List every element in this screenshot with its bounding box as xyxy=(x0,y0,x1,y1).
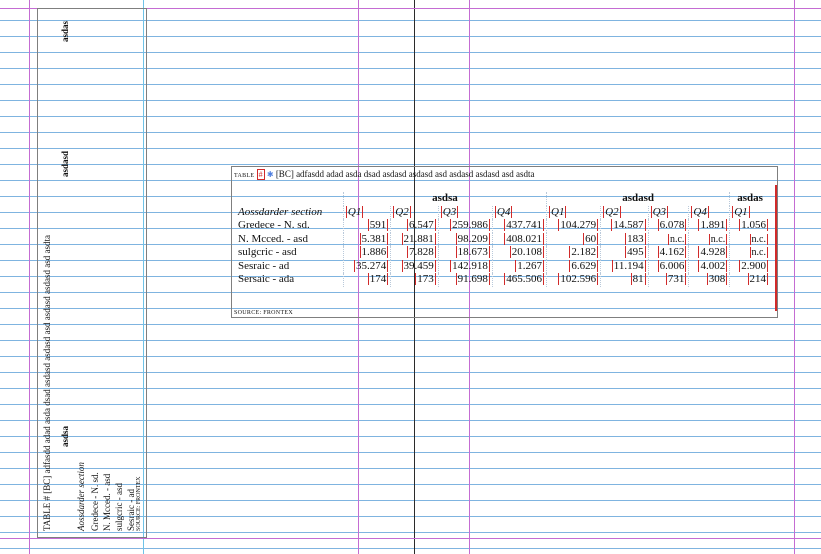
row-label: sulgcric - asd xyxy=(238,246,297,258)
rotated-group-2: asdasd xyxy=(60,150,70,177)
quarter-cell: Q3 xyxy=(647,205,689,219)
quarter-cell: Q1 xyxy=(729,205,770,219)
group-header-1: asdsa xyxy=(342,192,547,206)
value-cell: n.c. xyxy=(729,246,770,260)
value-cell: 6.547 xyxy=(390,219,439,233)
quarter-cell: Q4 xyxy=(688,205,730,219)
value-cell: 4.162 xyxy=(647,246,689,260)
rotated-table-content: TABLE # [BC] adfasdd adad asda dsad asda… xyxy=(38,9,146,537)
value-cell: 1.886 xyxy=(342,246,391,260)
row-label: Sesraic - ad xyxy=(238,259,290,272)
quarter-row: Aossdarder section Q1 Q2 Q3 Q4 Q1 Q2 Q3 … xyxy=(236,205,770,219)
value-cell: 408.021 xyxy=(491,232,547,246)
value-cell: 18.673 xyxy=(437,246,493,260)
value-cell: 437.741 xyxy=(491,219,547,233)
table-label: TABLE xyxy=(234,173,255,179)
row-label: Sersaic - ada xyxy=(238,273,295,285)
quarter-cell: Q1 xyxy=(342,205,391,219)
value-cell: 308 xyxy=(688,273,730,287)
rotated-row-1: Gredece - N. sd. xyxy=(90,472,100,531)
value-cell: n.c. xyxy=(729,232,770,246)
value-cell: 14.587 xyxy=(600,219,649,233)
value-cell: 20.108 xyxy=(491,246,547,260)
anchor-marker-icon: ✱ xyxy=(266,170,274,179)
value-cell: 6.629 xyxy=(546,259,601,273)
table-source: SOURCE: FRONTEX xyxy=(234,310,294,316)
value-cell: 104.279 xyxy=(546,219,601,233)
margin-guide-left xyxy=(29,0,30,554)
quarter-cell: Q3 xyxy=(437,205,493,219)
value-cell: 91.698 xyxy=(437,273,493,287)
rotated-source: SOURCE: FRONTEX xyxy=(136,476,142,531)
rotated-group-3: asdas xyxy=(60,20,70,42)
value-cell: n.c. xyxy=(688,232,730,246)
table-row: Sersaic - ada 174 173 91.698 465.506 102… xyxy=(236,273,770,287)
table-code: [BC] xyxy=(275,169,294,179)
margin-guide-right xyxy=(794,0,795,554)
value-cell: 142.918 xyxy=(437,259,493,273)
rotated-row-header: Aossdarder section xyxy=(76,462,86,531)
value-cell: 6.078 xyxy=(647,219,689,233)
value-cell: 173 xyxy=(390,273,439,287)
value-cell: 1.267 xyxy=(491,259,547,273)
value-cell: 6.006 xyxy=(647,259,689,273)
row-header-label: Aossdarder section xyxy=(238,205,323,218)
value-cell: 4.928 xyxy=(688,246,730,260)
value-cell: n.c. xyxy=(647,232,689,246)
value-cell: 2.900 xyxy=(729,259,770,273)
value-cell: 98.209 xyxy=(437,232,493,246)
value-cell: 731 xyxy=(647,273,689,287)
value-cell: 7.828 xyxy=(390,246,439,260)
row-label: N. Mcced. - asd xyxy=(238,232,308,245)
table-row: N. Mcced. - asd 5.381 21.881 98.209 408.… xyxy=(236,232,770,246)
value-cell: 259.986 xyxy=(437,219,493,233)
rotated-row-3: sulgcric - asd xyxy=(114,483,124,531)
group-header-row: asdsa asdasd asdas xyxy=(236,192,770,206)
value-cell: 591 xyxy=(342,219,391,233)
rotated-table-frame[interactable]: TABLE # [BC] adfasdd adad asda dsad asda… xyxy=(37,8,147,538)
value-cell: 465.506 xyxy=(491,273,547,287)
value-cell: 11.194 xyxy=(600,259,649,273)
data-table[interactable]: asdsa asdasd asdas Aossdarder section Q1… xyxy=(236,192,770,287)
table-row: sulgcric - asd 1.886 7.828 18.673 20.108… xyxy=(236,246,770,260)
rotated-group-1: asdsa xyxy=(60,425,70,447)
value-cell: 81 xyxy=(600,273,649,287)
table-number: # xyxy=(256,169,265,180)
table-caption-text: adfasdd adad asda dsad asdasd asdasd asd… xyxy=(296,169,535,179)
table-caption: TABLE # ✱ [BC] adfasdd adad asda dsad as… xyxy=(234,169,535,180)
group-header-3: asdas xyxy=(729,192,770,206)
value-cell: 174 xyxy=(342,273,391,287)
value-cell: 1.056 xyxy=(729,219,770,233)
table-row: Sesraic - ad 35.274 39.459 142.918 1.267… xyxy=(236,259,770,273)
quarter-cell: Q4 xyxy=(491,205,547,219)
value-cell: 60 xyxy=(546,232,601,246)
rotated-caption-text: TABLE # [BC] adfasdd adad asda dsad asda… xyxy=(42,235,52,531)
value-cell: 4.002 xyxy=(688,259,730,273)
value-cell: 102.596 xyxy=(546,273,601,287)
value-cell: 5.381 xyxy=(342,232,391,246)
row-label: Gredece - N. sd. xyxy=(238,219,310,231)
value-cell: 35.274 xyxy=(342,259,391,273)
margin-guide-bottom xyxy=(0,538,821,539)
group-header-2: asdasd xyxy=(546,192,730,206)
rotated-caption: TABLE # [BC] adfasdd adad asda dsad asda… xyxy=(42,235,52,531)
value-cell: 39.459 xyxy=(390,259,439,273)
value-cell: 1.891 xyxy=(688,219,730,233)
value-cell: 21.881 xyxy=(390,232,439,246)
corner-cell xyxy=(236,192,343,206)
value-cell: 183 xyxy=(600,232,649,246)
quarter-cell: Q1 xyxy=(546,205,601,219)
rotated-row-2: N. Mcced. - asd xyxy=(102,473,112,531)
quarter-cell: Q2 xyxy=(390,205,439,219)
table-row: Gredece - N. sd. 591 6.547 259.986 437.7… xyxy=(236,219,770,233)
rotated-row-4: Sesraic - ad xyxy=(126,489,136,531)
value-cell: 2.182 xyxy=(546,246,601,260)
value-cell: 214 xyxy=(729,273,770,287)
value-cell: 495 xyxy=(600,246,649,260)
quarter-cell: Q2 xyxy=(600,205,649,219)
